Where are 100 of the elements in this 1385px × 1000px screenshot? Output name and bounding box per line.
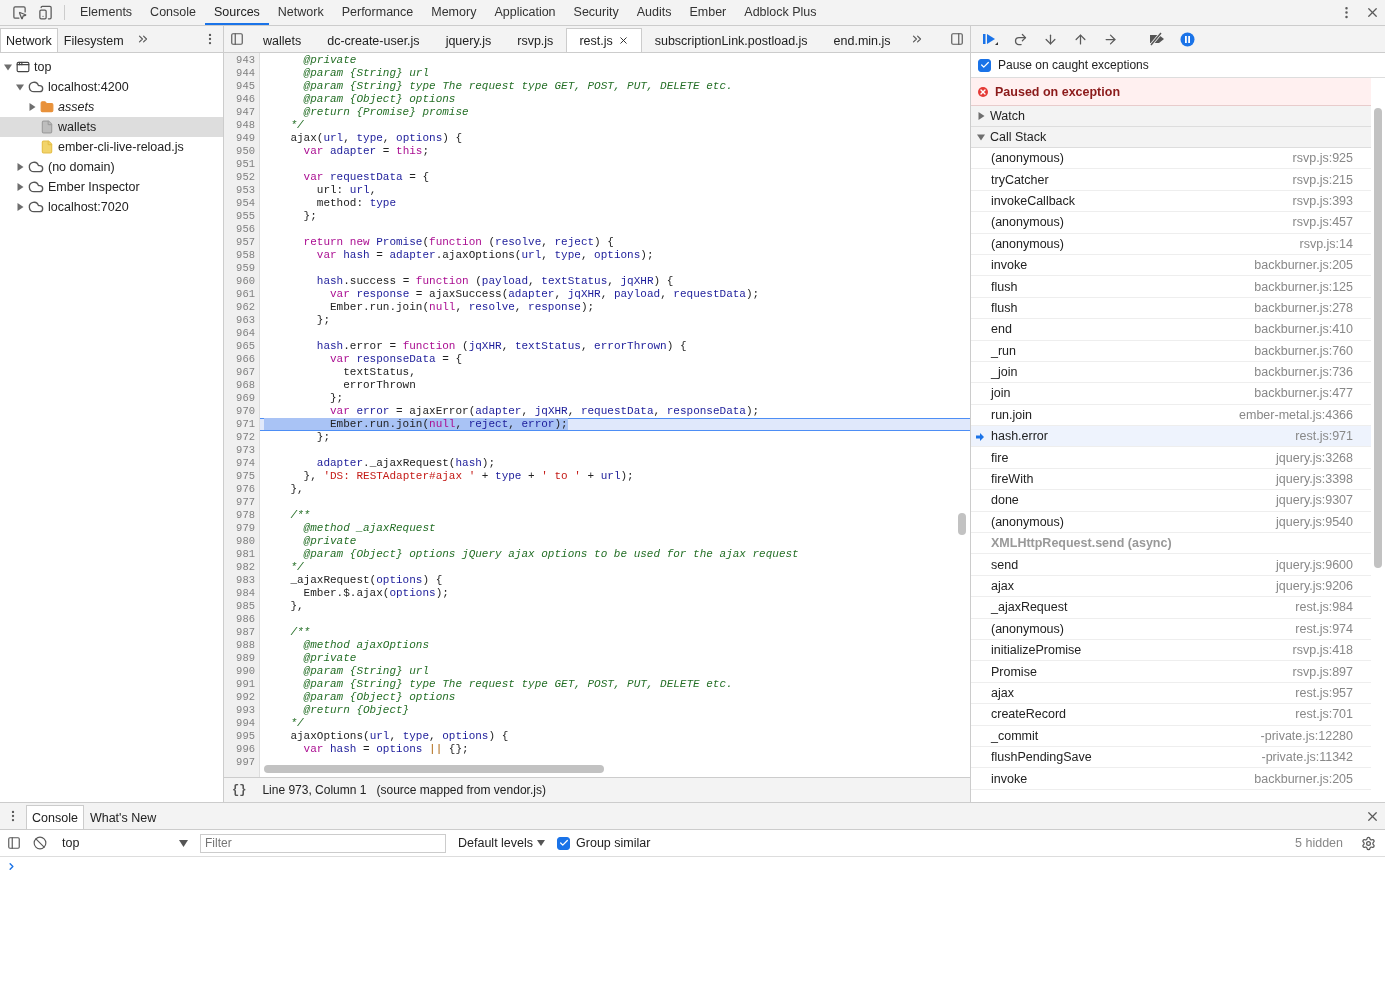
drawer-tab[interactable]: Console — [26, 805, 84, 829]
call-frame[interactable]: end backburner.js:410 — [971, 319, 1371, 341]
panel-tab[interactable]: Console — [141, 0, 205, 25]
section-header[interactable]: Call Stack — [971, 127, 1371, 148]
navigator-tab[interactable]: Network — [0, 28, 58, 52]
panel-tab[interactable]: Ember — [680, 0, 736, 25]
code-line: @param {Object} options — [302, 691, 456, 704]
async-separator: XMLHttpRequest.send (async) — [971, 533, 1371, 555]
tree-item[interactable]: wallets — [0, 117, 223, 137]
tree-item[interactable]: assets — [0, 97, 223, 117]
call-frame[interactable]: (anonymous) rest.js:974 — [971, 618, 1371, 640]
line-number: 951 — [235, 158, 256, 171]
code-line: method: type — [315, 197, 397, 210]
scrollbar[interactable] — [958, 513, 966, 535]
panel-tab[interactable]: Application — [485, 0, 565, 25]
cloud-icon — [28, 179, 44, 195]
panel-tab[interactable]: Elements — [71, 0, 142, 25]
call-frame[interactable]: createRecord rest.js:701 — [971, 704, 1371, 726]
file-tab[interactable]: rsvp.js — [504, 28, 567, 52]
call-frame[interactable]: flush backburner.js:278 — [971, 297, 1371, 320]
file-tab[interactable]: end.min.js — [820, 28, 904, 52]
call-frame[interactable]: flush backburner.js:125 — [971, 276, 1371, 298]
expand-arrow-icon[interactable] — [16, 183, 24, 191]
filter-field[interactable]: Filter — [200, 833, 446, 853]
code-line: */ — [289, 717, 304, 730]
checkbox[interactable] — [978, 58, 991, 72]
call-frame[interactable]: fireWith jquery.js:3398 — [971, 468, 1371, 491]
call-frame[interactable]: fire jquery.js:3268 — [971, 447, 1371, 469]
collapse-arrow-icon[interactable] — [977, 133, 985, 141]
call-frame[interactable]: _commit -private.js:12280 — [971, 725, 1371, 747]
call-frame[interactable]: done jquery.js:9307 — [971, 490, 1371, 512]
call-frame[interactable]: _run backburner.js:760 — [971, 340, 1371, 362]
call-frame[interactable]: _ajaxRequest rest.js:984 — [971, 597, 1371, 619]
line-number: 992 — [235, 691, 256, 704]
tree-item[interactable]: Ember Inspector — [0, 177, 223, 197]
line-number: 946 — [235, 93, 256, 106]
hidden-count: 5 hidden — [1295, 836, 1343, 850]
line-number: 959 — [235, 262, 256, 275]
line-number: 977 — [235, 496, 256, 509]
panel-tab[interactable]: Network — [268, 0, 333, 25]
call-frame[interactable]: invoke backburner.js:205 — [971, 768, 1371, 790]
tree-item[interactable]: ember-cli-live-reload.js — [0, 137, 223, 157]
call-frame[interactable]: invokeCallback rsvp.js:393 — [971, 190, 1371, 213]
call-frame[interactable]: Promise rsvp.js:897 — [971, 661, 1371, 683]
tree-item[interactable]: localhost:4200 — [0, 77, 223, 97]
navigator-tab[interactable]: Filesystem — [57, 28, 130, 52]
line-number: 983 — [235, 574, 256, 587]
code-line: @param {String} type The request type GET, POST, PUT, DELETE etc. — [302, 80, 733, 93]
call-frame[interactable]: (anonymous) rsvp.js:14 — [971, 233, 1371, 255]
panel-tab[interactable]: Performance — [332, 0, 423, 25]
file-tab[interactable]: subscriptionLink.postload.js — [641, 28, 821, 52]
call-frame[interactable]: _join backburner.js:736 — [971, 361, 1371, 384]
collapse-arrow-icon[interactable] — [16, 83, 24, 91]
panel-tab[interactable]: Memory — [422, 0, 486, 25]
panel-tab[interactable]: Adblock Plus — [735, 0, 826, 25]
panel-tab[interactable]: Audits — [627, 0, 681, 25]
call-frame[interactable]: hash.error rest.js:971 — [971, 426, 1371, 448]
call-frame[interactable]: join backburner.js:477 — [971, 383, 1371, 405]
expand-arrow-icon[interactable] — [28, 103, 36, 111]
call-frame[interactable]: invoke backburner.js:205 — [971, 254, 1371, 277]
code-line: /** — [289, 626, 311, 639]
call-frame[interactable]: ajax jquery.js:9206 — [971, 575, 1371, 598]
call-frame[interactable]: (anonymous) rsvp.js:925 — [971, 148, 1371, 170]
call-frame[interactable]: initializePromise rsvp.js:418 — [971, 640, 1371, 662]
context-select[interactable]: top — [56, 833, 194, 853]
file-tab[interactable]: dc-create-user.js — [314, 28, 433, 52]
code-line: }; — [302, 210, 317, 223]
checkbox[interactable] — [557, 836, 571, 850]
file-icon — [40, 120, 54, 134]
expand-arrow-icon[interactable] — [16, 163, 24, 171]
code-line: @private — [302, 535, 357, 548]
cursor-position: Line 973, Column 1 — [262, 783, 367, 797]
call-frame[interactable]: flushPendingSave -private.js:11342 — [971, 746, 1371, 769]
scrollbar[interactable] — [264, 765, 604, 773]
tree-item[interactable]: top — [0, 57, 223, 77]
collapse-arrow-icon[interactable] — [4, 63, 12, 71]
file-tab[interactable]: wallets — [250, 28, 315, 52]
expand-arrow-icon[interactable] — [16, 203, 24, 211]
call-frame[interactable]: (anonymous) rsvp.js:457 — [971, 212, 1371, 234]
section-header[interactable]: Watch — [971, 106, 1371, 127]
close-icon[interactable] — [617, 35, 629, 46]
expand-arrow-icon[interactable] — [977, 112, 985, 120]
levels-dropdown[interactable]: Default levels — [458, 836, 546, 850]
pretty-print-button[interactable]: {} — [232, 783, 247, 797]
call-frame[interactable]: ajax rest.js:957 — [971, 682, 1371, 705]
code-line: var hash = adapter.ajaxOptions(url, type, options); — [315, 249, 654, 262]
line-number: 945 — [235, 80, 256, 93]
call-frame[interactable]: tryCatcher rsvp.js:215 — [971, 169, 1371, 191]
code-line: adapter._ajaxRequest(hash); — [315, 457, 496, 470]
call-frame[interactable]: send jquery.js:9600 — [971, 554, 1371, 576]
call-frame[interactable]: (anonymous) jquery.js:9540 — [971, 511, 1371, 534]
scrollbar[interactable] — [1374, 108, 1382, 568]
panel-tab[interactable]: Security — [564, 0, 628, 25]
file-tab[interactable]: rest.js — [566, 28, 642, 52]
file-tab[interactable]: jquery.js — [432, 28, 505, 52]
drawer-tab[interactable]: What's New — [83, 805, 163, 829]
line-number: 984 — [235, 587, 256, 600]
tree-item[interactable]: (no domain) — [0, 157, 223, 177]
line-number: 986 — [235, 613, 256, 626]
tree-item[interactable]: localhost:7020 — [0, 197, 223, 217]
